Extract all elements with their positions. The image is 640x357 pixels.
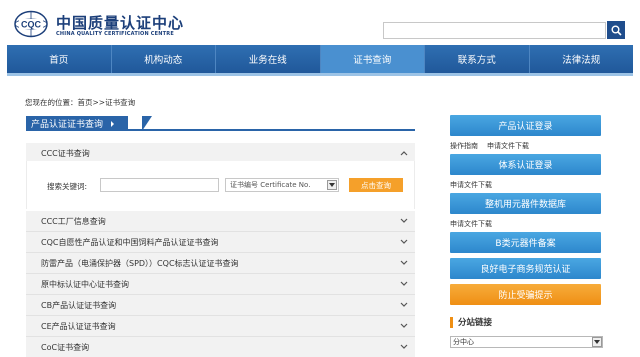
guide-link[interactable]: 操作指南 (450, 141, 478, 151)
section-header: 产品认证证书查询 (26, 116, 415, 131)
accordion-label: CoC证书查询 (41, 342, 90, 352)
accordion-header[interactable]: CoC证书查询 (26, 337, 415, 357)
accordion-header[interactable]: CCC工厂信息查询 (26, 211, 415, 231)
accordion-cb: CB产品认证证书查询 (26, 295, 415, 316)
sub-site-links-text: 分站链接 (458, 318, 493, 328)
chevron-down-icon[interactable] (399, 279, 409, 289)
chevron-down-icon[interactable] (399, 342, 409, 352)
dropdown-arrow-icon[interactable] (592, 337, 602, 347)
accordion-label: 原中标认证中心证书查询 (41, 279, 129, 289)
accordion-ccc-factory: CCC工厂信息查询 (26, 211, 415, 232)
chevron-down-icon[interactable] (399, 258, 409, 268)
cqc-logo-icon[interactable]: CQC (14, 10, 48, 38)
keyword-input[interactable] (100, 178, 219, 192)
site-header: CQC 中国质量认证中心 CHINA QUALITY CERTIFICATION… (0, 0, 640, 44)
b-class-components-button[interactable]: B类元器件备案 (450, 232, 601, 253)
accordion-header[interactable]: CB产品认证证书查询 (26, 295, 415, 315)
query-type-value: 证书编号 Certificate No. (230, 181, 311, 189)
accordion-label: CE产品认证证书查询 (41, 321, 116, 331)
section-title-text: 产品认证证书查询 (31, 120, 104, 130)
site-title-en: CHINA QUALITY CERTIFICATION CENTRE (56, 31, 174, 37)
accordion-header[interactable]: CCC证书查询 (26, 143, 415, 163)
nav-item-laws[interactable]: 法律法规 (530, 45, 634, 73)
accordion-header[interactable]: CQC自愿性产品认证和中国饲料产品认证证书查询 (26, 232, 415, 252)
chevron-down-icon[interactable] (399, 300, 409, 310)
dropdown-arrow-icon[interactable] (327, 180, 337, 190)
vehicle-db-links: 申请文件下载 (450, 219, 492, 229)
nav-item-contact[interactable]: 联系方式 (425, 45, 530, 73)
accordion-header[interactable]: 原中标认证中心证书查询 (26, 274, 415, 294)
accordion-label: CB产品认证证书查询 (41, 300, 117, 310)
main-nav: 首页 机构动态 业务在线 证书查询 联系方式 法律法规 (7, 45, 633, 73)
accordion-former-center: 原中标认证中心证书查询 (26, 274, 415, 295)
download-link[interactable]: 申请文件下载 (450, 180, 492, 190)
nav-item-news[interactable]: 机构动态 (112, 45, 216, 73)
product-cert-links: 操作指南 申请文件下载 (450, 141, 529, 151)
accordion-label: CQC自愿性产品认证和中国饲料产品认证证书查询 (41, 237, 219, 247)
chevron-down-icon[interactable] (399, 321, 409, 331)
search-input[interactable] (383, 22, 606, 39)
chevron-down-icon[interactable] (399, 237, 409, 247)
bullet-icon (111, 120, 115, 127)
accordion-label: 防雷产品（电涌保护器（SPD））CQC标志认证证书查询 (41, 258, 239, 268)
keyword-label: 搜索关键词: (47, 182, 88, 191)
sub-site-value: 分中心 (453, 338, 474, 346)
accordion-label: CCC证书查询 (41, 148, 90, 158)
nav-item-business[interactable]: 业务在线 (216, 45, 321, 73)
product-cert-login-button[interactable]: 产品认证登录 (450, 115, 601, 136)
query-type-select[interactable]: 证书编号 Certificate No. (225, 178, 339, 192)
accordion-label: CCC工厂信息查询 (41, 216, 106, 226)
logo-mark-text: CQC (21, 20, 42, 30)
ecommerce-cert-button[interactable]: 良好电子商务规范认证 (450, 258, 601, 279)
chevron-up-icon[interactable] (399, 148, 409, 158)
accordion-cqc-voluntary: CQC自愿性产品认证和中国饲料产品认证证书查询 (26, 232, 415, 253)
system-cert-login-button[interactable]: 体系认证登录 (450, 154, 601, 175)
accordion-ce: CE产品认证证书查询 (26, 316, 415, 337)
section-tab-tail (142, 116, 152, 131)
nav-divider (7, 73, 633, 76)
sub-site-links-title: 分站链接 (450, 316, 492, 328)
ccc-query-form: 搜索关键词: 证书编号 Certificate No. 点击查询 (26, 161, 415, 209)
search-button[interactable] (607, 21, 625, 39)
vehicle-components-db-button[interactable]: 整机用元器件数据库 (450, 193, 601, 214)
nav-item-certificate-query[interactable]: 证书查询 (320, 45, 425, 73)
accordion-header[interactable]: 防雷产品（电涌保护器（SPD））CQC标志认证证书查询 (26, 253, 415, 273)
section-title: 产品认证证书查询 (26, 116, 129, 131)
search-icon (611, 25, 622, 36)
anti-fraud-button[interactable]: 防止受骗提示 (450, 284, 601, 305)
accordion-header[interactable]: CE产品认证证书查询 (26, 316, 415, 336)
nav-item-home[interactable]: 首页 (7, 45, 112, 73)
title-bar-marker (450, 316, 453, 328)
breadcrumb: 您现在的位置：首页>>证书查询 (25, 98, 136, 107)
chevron-down-icon[interactable] (399, 216, 409, 226)
sub-site-select[interactable]: 分中心 (450, 336, 603, 348)
download-link[interactable]: 申请文件下载 (487, 141, 529, 151)
download-link[interactable]: 申请文件下载 (450, 219, 492, 229)
accordion-coc: CoC证书查询 (26, 337, 415, 357)
query-button[interactable]: 点击查询 (349, 178, 403, 192)
site-title-cn: 中国质量认证中心 (56, 14, 185, 32)
system-cert-links: 申请文件下载 (450, 180, 492, 190)
accordion-spd: 防雷产品（电涌保护器（SPD））CQC标志认证证书查询 (26, 253, 415, 274)
